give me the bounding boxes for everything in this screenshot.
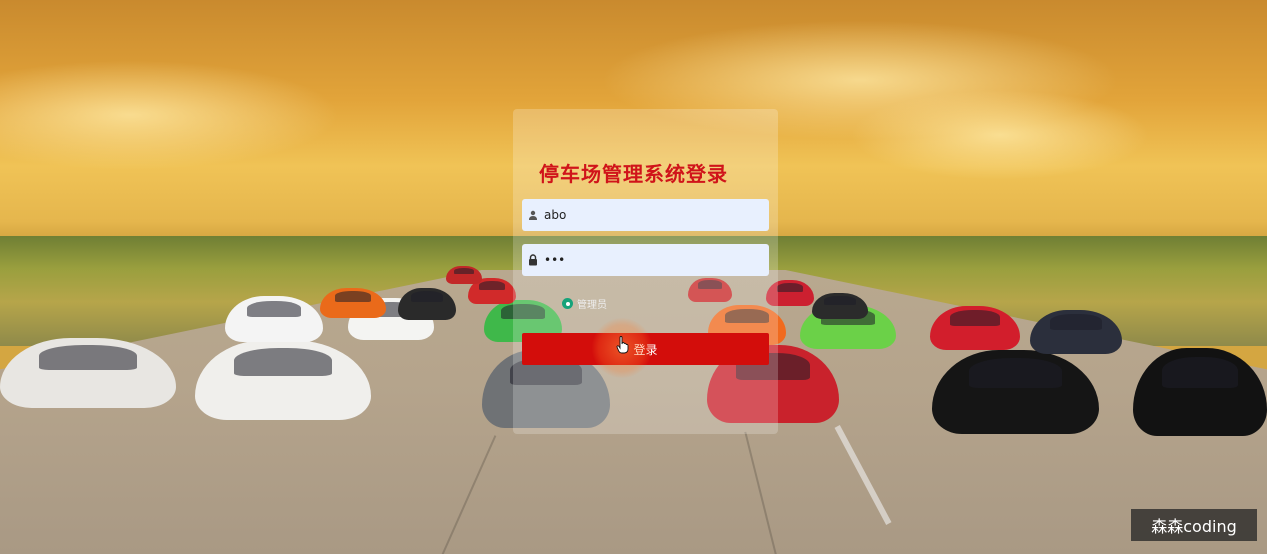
- role-radio-admin[interactable]: 管理员: [562, 296, 607, 311]
- password-input[interactable]: [544, 245, 754, 275]
- login-title: 停车场管理系统登录: [539, 162, 728, 186]
- car: [446, 266, 482, 284]
- lock-icon: [522, 254, 544, 266]
- user-icon: [522, 210, 544, 220]
- radio-selected-icon[interactable]: [562, 298, 573, 309]
- hand-cursor-icon: [616, 336, 630, 358]
- watermark: 森森coding: [1131, 509, 1257, 541]
- car: [398, 288, 456, 320]
- car: [1133, 348, 1267, 436]
- car: [320, 288, 386, 318]
- cloud: [0, 60, 340, 170]
- username-field[interactable]: [522, 199, 769, 231]
- car: [812, 293, 868, 319]
- role-radio-label: 管理员: [577, 300, 607, 311]
- password-field[interactable]: [522, 244, 769, 276]
- username-input[interactable]: [544, 200, 754, 230]
